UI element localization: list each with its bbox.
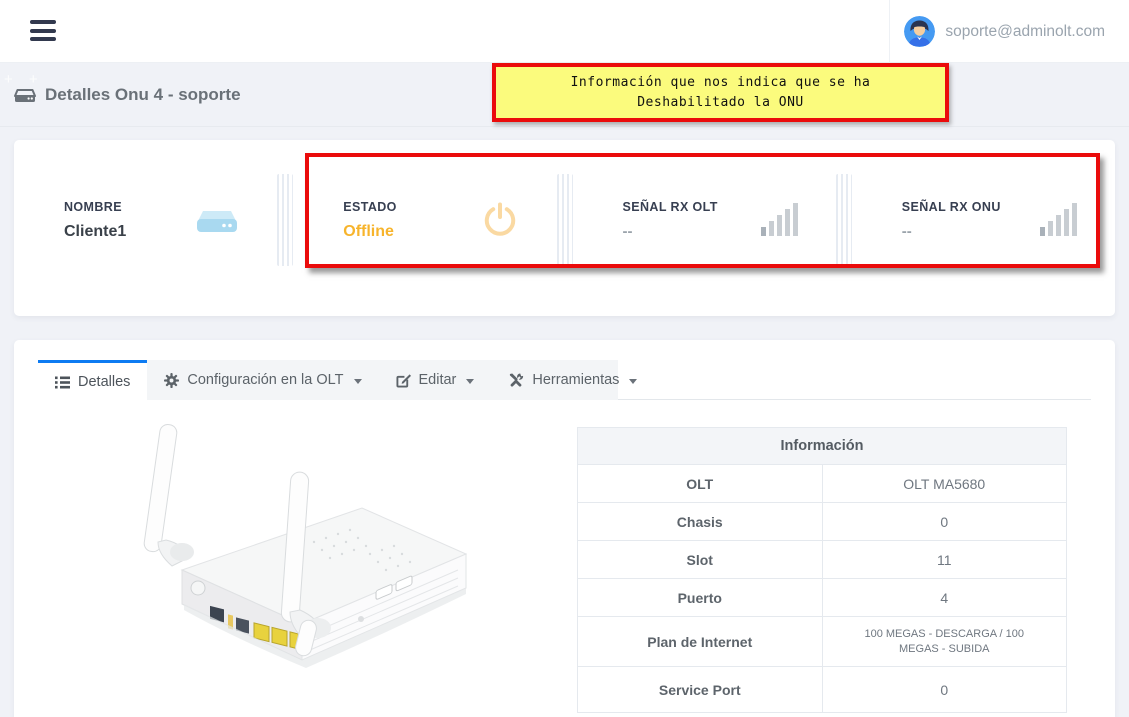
- page-title: Detalles Onu 4 - soporte: [45, 85, 241, 105]
- tab-label: Configuración en la OLT: [187, 372, 343, 388]
- edit-icon: [396, 373, 411, 388]
- informacion-table: Información OLT OLT MA5680 Chasis 0 Slot…: [577, 427, 1067, 713]
- annotation-text: Información que nos indica que se ha Des…: [536, 73, 906, 113]
- tab-label: Herramientas: [532, 372, 619, 388]
- stat-nombre: NOMBRE Cliente1: [14, 200, 277, 241]
- onu-details-page: soporte@adminolt.com + + Detalles Onu 4 …: [0, 0, 1129, 717]
- list-icon: [55, 376, 70, 389]
- row-value: 100 MEGAS - DESCARGA / 100 MEGAS - SUBID…: [822, 617, 1067, 667]
- hamburger-menu-icon[interactable]: [30, 20, 58, 44]
- gear-icon: [164, 373, 179, 388]
- stat-divider: [836, 174, 852, 266]
- stat-label: NOMBRE: [64, 200, 126, 214]
- row-label: Plan de Internet: [578, 617, 823, 667]
- chevron-down-icon: [354, 379, 362, 384]
- table-row: OLT OLT MA5680: [578, 465, 1067, 503]
- onu-device-icon: [14, 85, 36, 105]
- row-value: 0: [822, 503, 1067, 541]
- stat-label: ESTADO: [343, 200, 397, 214]
- row-value: 4: [822, 579, 1067, 617]
- tabs-strip: Detalles: [38, 360, 618, 400]
- stat-value-offline: Offline: [343, 223, 397, 241]
- annotation-note: Información que nos indica que se ha Des…: [492, 63, 949, 122]
- table-row: Service Port 0: [578, 667, 1067, 713]
- row-value: 11: [822, 541, 1067, 579]
- signal-bars-icon: [1039, 203, 1077, 237]
- user-email: soporte@adminolt.com: [945, 23, 1105, 41]
- tab-configuracion-olt[interactable]: Configuración en la OLT: [147, 360, 378, 400]
- row-label: Service Port: [578, 667, 823, 713]
- onu-status-card: NOMBRE Cliente1 ESTADO Offline: [14, 140, 1115, 316]
- row-label: Chasis: [578, 503, 823, 541]
- chevron-down-icon: [466, 379, 474, 384]
- stat-value: --: [902, 223, 1001, 240]
- user-avatar: [904, 16, 935, 47]
- tab-label: Editar: [419, 372, 457, 388]
- table-header: Información: [578, 428, 1067, 465]
- stat-value: Cliente1: [64, 223, 126, 241]
- table-row: Puerto 4: [578, 579, 1067, 617]
- chevron-down-icon: [629, 379, 637, 384]
- row-label: Slot: [578, 541, 823, 579]
- tabs-row: Detalles: [38, 360, 1091, 400]
- table-row: Chasis 0: [578, 503, 1067, 541]
- user-menu[interactable]: soporte@adminolt.com: [889, 0, 1115, 63]
- onu-product-image: [114, 412, 504, 712]
- row-label: OLT: [578, 465, 823, 503]
- table-row: Slot 11: [578, 541, 1067, 579]
- row-value: 0: [822, 667, 1067, 713]
- tools-icon: [508, 373, 524, 388]
- stat-divider: [557, 174, 573, 266]
- row-value: OLT MA5680: [822, 465, 1067, 503]
- power-icon: [481, 201, 519, 239]
- details-card: Detalles: [14, 340, 1115, 717]
- stat-senal-rx-onu: SEÑAL RX ONU --: [852, 200, 1115, 240]
- tab-herramientas[interactable]: Herramientas: [491, 360, 654, 400]
- stat-divider: [277, 174, 293, 266]
- stat-value: --: [623, 223, 718, 240]
- stat-label: SEÑAL RX OLT: [623, 200, 718, 214]
- tab-detalles[interactable]: Detalles: [38, 360, 147, 401]
- signal-bars-icon: [760, 203, 798, 237]
- onu-device-icon: [195, 202, 239, 238]
- tab-label: Detalles: [78, 374, 130, 390]
- stat-estado: ESTADO Offline: [293, 200, 556, 241]
- tab-editar[interactable]: Editar: [379, 360, 492, 400]
- stat-label: SEÑAL RX ONU: [902, 200, 1001, 214]
- table-row: Plan de Internet 100 MEGAS - DESCARGA / …: [578, 617, 1067, 667]
- topbar: soporte@adminolt.com: [0, 0, 1129, 63]
- stat-senal-rx-olt: SEÑAL RX OLT --: [573, 200, 836, 240]
- row-label: Puerto: [578, 579, 823, 617]
